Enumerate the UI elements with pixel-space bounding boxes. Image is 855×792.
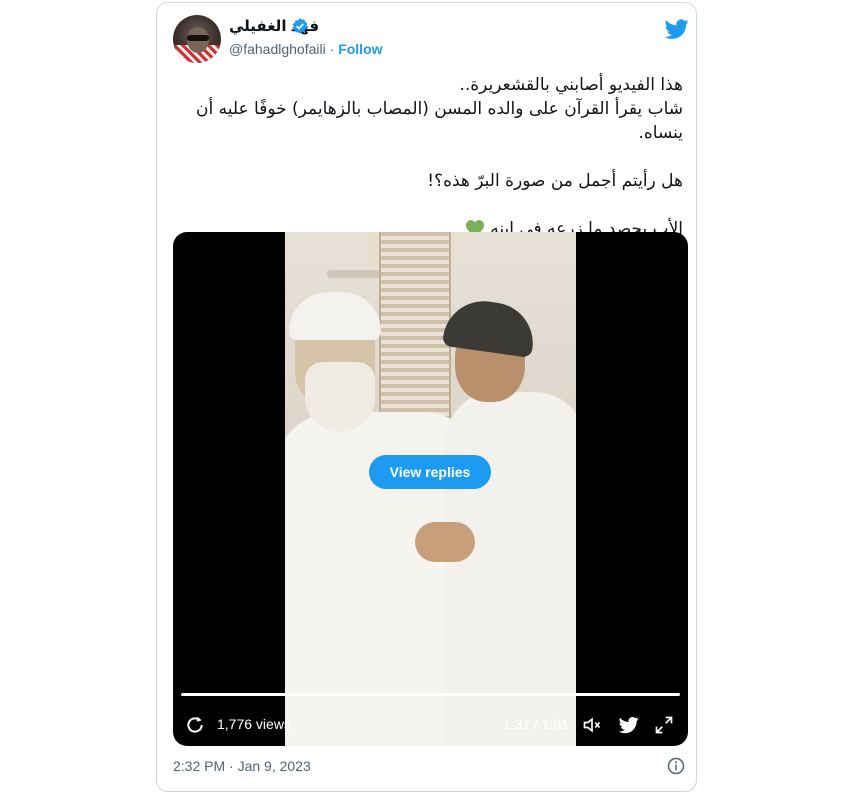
verified-badge-icon [292, 18, 308, 34]
volume-muted-icon[interactable] [582, 715, 602, 735]
fullscreen-icon[interactable] [654, 715, 674, 735]
avatar[interactable] [173, 15, 221, 63]
view-count: 1,776 views [217, 716, 291, 732]
playback-time: 1:31 / 1:31 [503, 716, 570, 732]
tweet-card: فهد الغفيلي @fahadlghofaili · Follow هذا… [156, 2, 697, 792]
tweet-line-3: هل رأيتم أجمل من صورة البرّ هذه؟! [427, 171, 683, 191]
twitter-bird-icon[interactable] [665, 17, 689, 41]
separator-dot: · [329, 41, 339, 57]
video-player[interactable]: View replies 1,776 views 1:31 / 1:31 [173, 232, 688, 746]
twitter-logo-icon[interactable] [618, 715, 640, 735]
tweet-timestamp[interactable]: 2:32 PM · Jan 9, 2023 [173, 758, 311, 774]
info-icon[interactable] [667, 757, 685, 775]
elderly-man-figure [285, 292, 475, 746]
tweet-line-2: شاب يقرأ القرآن على والده المسن (المصاب … [195, 99, 683, 143]
replay-icon[interactable] [185, 715, 205, 735]
avatar-sunglasses [187, 35, 209, 41]
follow-button[interactable]: Follow [338, 41, 382, 57]
view-replies-button[interactable]: View replies [369, 455, 491, 489]
clasped-hands [415, 522, 475, 562]
tweet-line-1: هذا الفيديو أصابني بالقشعريرة.. [459, 75, 683, 95]
tweet-text: هذا الفيديو أصابني بالقشعريرة.. شاب يقرأ… [173, 73, 683, 241]
author-handle[interactable]: @fahadlghofaili [229, 41, 326, 57]
progress-bar[interactable] [181, 693, 680, 696]
video-frame [285, 232, 576, 746]
handle-row: @fahadlghofaili · Follow [229, 41, 383, 57]
video-controls: 1,776 views 1:31 / 1:31 [173, 708, 688, 744]
ceiling-fan [327, 270, 387, 278]
